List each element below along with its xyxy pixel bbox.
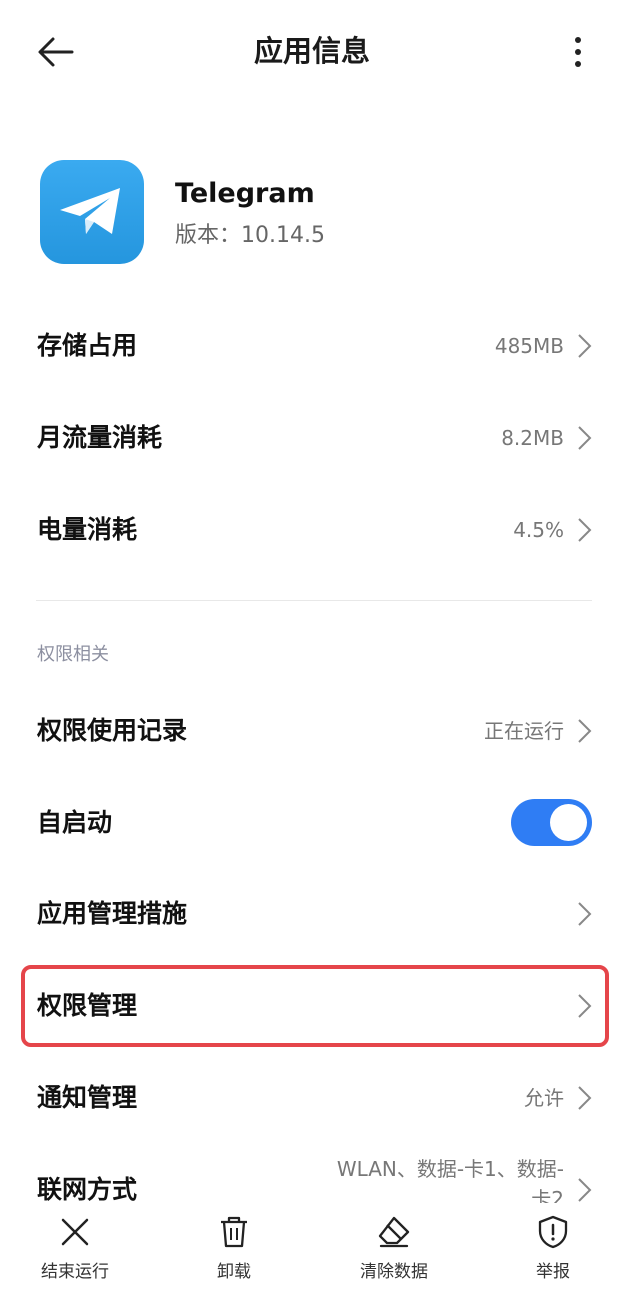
row-label: 权限使用记录: [37, 716, 188, 745]
page-title: 应用信息: [253, 34, 370, 68]
bottom-bar-label: 结束运行: [41, 1262, 109, 1282]
chevron-right-icon: [578, 334, 592, 358]
row-label: 月流量消耗: [37, 423, 163, 452]
app-management-row[interactable]: 应用管理措施: [0, 868, 624, 960]
shield-alert-icon: [538, 1215, 568, 1249]
row-value: WLAN、数据-卡1、数据-卡2: [336, 1157, 564, 1204]
chevron-right-icon: [578, 518, 592, 542]
chevron-right-icon: [578, 426, 592, 450]
telegram-icon: [40, 160, 144, 264]
chevron-right-icon: [578, 719, 592, 743]
row-value: 4.5%: [513, 518, 564, 542]
chevron-right-icon: [578, 1086, 592, 1110]
section-header: 权限相关: [37, 644, 109, 665]
chevron-right-icon: [578, 1178, 592, 1202]
app-version: 版本：10.14.5: [175, 223, 325, 248]
row-value: 正在运行: [484, 719, 564, 743]
row-label: 应用管理措施: [37, 899, 188, 928]
bottom-bar-label: 清除数据: [360, 1262, 428, 1282]
row-label: 电量消耗: [37, 515, 138, 544]
row-label: 自启动: [37, 808, 113, 837]
trash-icon: [221, 1216, 247, 1248]
data-usage-row[interactable]: 月流量消耗 8.2MB: [0, 392, 624, 484]
row-value: 允许: [524, 1086, 564, 1110]
eraser-icon: [378, 1216, 410, 1248]
storage-row[interactable]: 存储占用 485MB: [0, 300, 624, 392]
uninstall-button[interactable]: 卸载: [174, 1215, 294, 1283]
row-label: 存储占用: [37, 331, 138, 360]
notification-management-row[interactable]: 通知管理 允许: [0, 1052, 624, 1144]
highlight-box: [21, 965, 609, 1047]
autostart-row: 自启动: [0, 777, 624, 869]
battery-usage-row[interactable]: 电量消耗 4.5%: [0, 484, 624, 576]
bottom-bar-label: 举报: [536, 1262, 570, 1282]
toggle-knob: [550, 804, 587, 841]
permission-usage-record-row[interactable]: 权限使用记录 正在运行: [0, 685, 624, 777]
more-vertical-icon[interactable]: [566, 34, 590, 70]
report-button[interactable]: 举报: [493, 1215, 613, 1283]
row-label: 通知管理: [37, 1083, 138, 1112]
bottom-action-bar: 结束运行 卸载 清除数据 举报: [0, 1203, 624, 1306]
row-value: 8.2MB: [501, 426, 564, 450]
autostart-toggle[interactable]: [511, 799, 592, 846]
close-icon: [61, 1218, 89, 1246]
clear-data-button[interactable]: 清除数据: [334, 1215, 454, 1283]
force-stop-button[interactable]: 结束运行: [15, 1215, 135, 1283]
app-name: Telegram: [175, 178, 315, 209]
row-value: 485MB: [494, 334, 564, 358]
chevron-right-icon: [578, 902, 592, 926]
divider: [36, 600, 592, 601]
bottom-bar-label: 卸载: [217, 1262, 251, 1282]
